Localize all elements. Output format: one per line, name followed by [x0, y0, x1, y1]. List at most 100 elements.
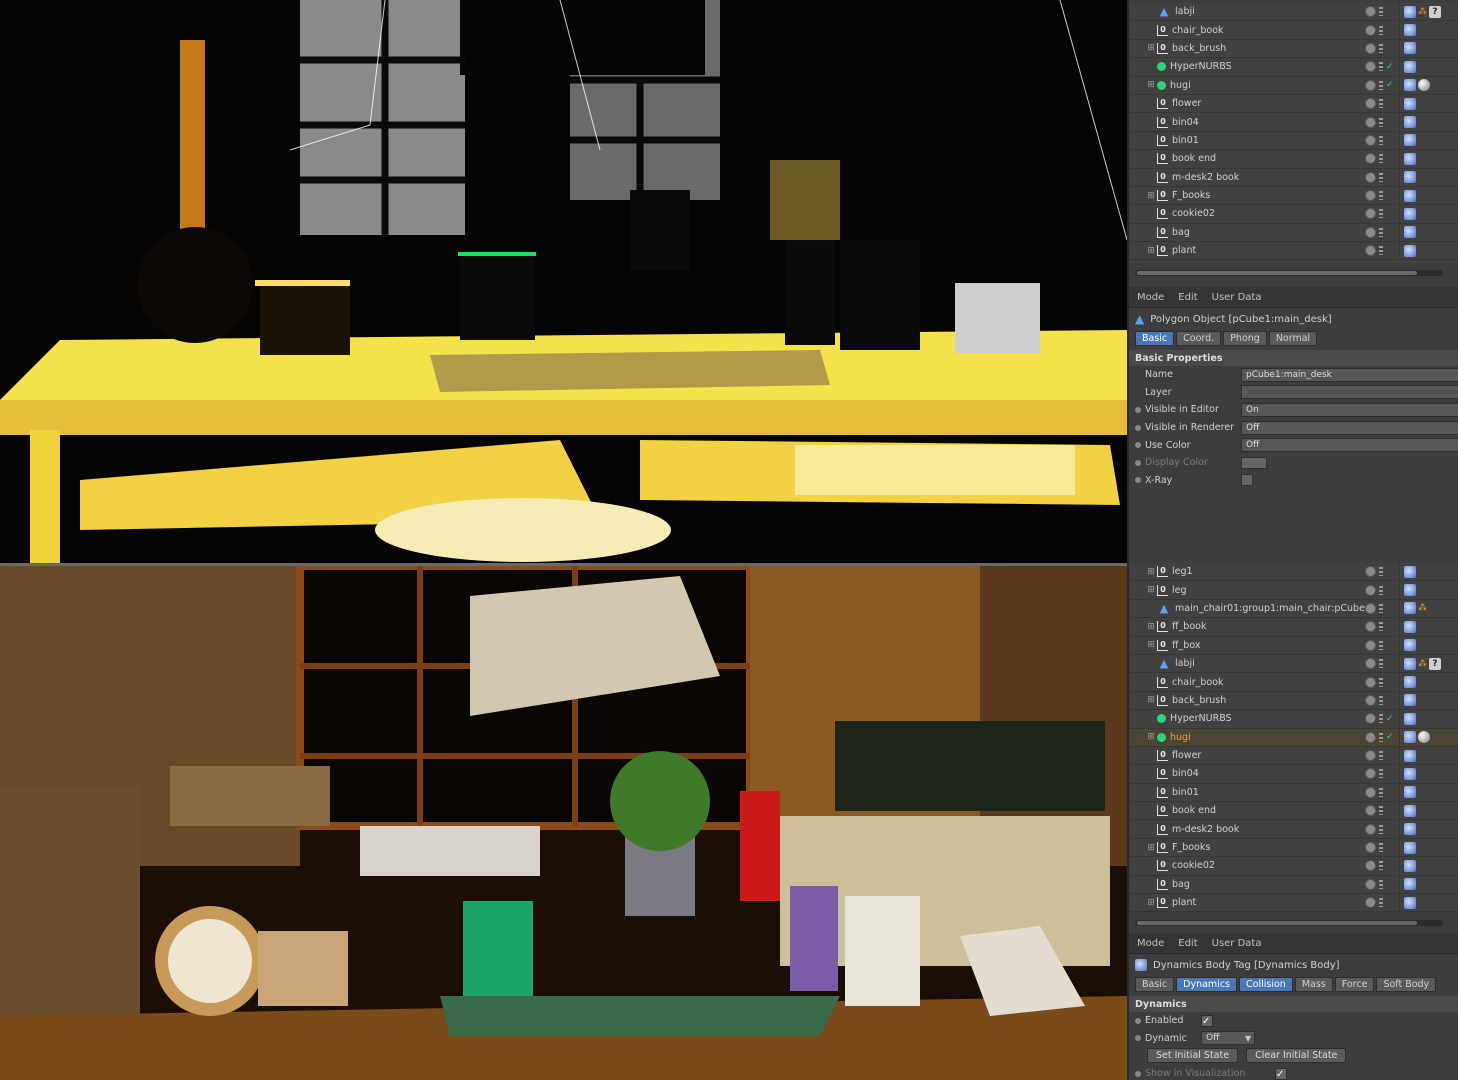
layer-dot-icon[interactable]: [1365, 208, 1376, 220]
object-name[interactable]: plant: [1172, 245, 1365, 256]
visibility-dots-icon[interactable]: [1379, 43, 1383, 53]
object-row[interactable]: ▲ main_chair01:group1:main_chair:pCube2 ⁂: [1129, 599, 1458, 619]
dynamics-tag-icon[interactable]: [1404, 97, 1416, 110]
tab-force[interactable]: Force: [1334, 976, 1375, 992]
enable-check-icon[interactable]: ✓: [1386, 80, 1394, 90]
menu-edit[interactable]: Edit: [1178, 292, 1197, 303]
object-manager-bottom[interactable]: ⊞ 0 leg1 ⊞ 0 leg ▲ main_chair01:group1:main_cha…: [1129, 563, 1458, 913]
visibility-dots-icon[interactable]: [1379, 714, 1383, 724]
object-row[interactable]: HyperNURBS ✓: [1129, 58, 1458, 77]
menu-mode[interactable]: Mode: [1137, 938, 1164, 949]
layer-dot-icon[interactable]: [1365, 658, 1376, 670]
layer-dot-icon[interactable]: [1365, 786, 1376, 798]
object-manager-top[interactable]: ▲ labji ⁂? 0 chair_book ⊞ 0 back_brush HyperNURB…: [1129, 3, 1458, 263]
object-row[interactable]: 0 bag: [1129, 875, 1458, 895]
object-name[interactable]: bin04: [1172, 768, 1365, 779]
dynamics-tag-icon[interactable]: [1404, 152, 1416, 165]
dynamics-tag-icon[interactable]: [1404, 657, 1416, 670]
anim-dot-icon[interactable]: [1135, 1017, 1141, 1024]
object-row[interactable]: 0 chair_book: [1129, 673, 1458, 692]
object-manager-scrollbar-top[interactable]: [1135, 270, 1443, 276]
visibility-dots-icon[interactable]: [1379, 732, 1383, 742]
visibility-dots-icon[interactable]: [1379, 117, 1383, 127]
visibility-flags[interactable]: [1365, 245, 1399, 257]
tab-basic[interactable]: Basic: [1135, 330, 1175, 346]
visibility-dots-icon[interactable]: [1379, 246, 1383, 256]
object-name[interactable]: hugi: [1170, 80, 1365, 91]
visibility-dots-icon[interactable]: [1379, 154, 1383, 164]
visibility-dots-icon[interactable]: [1379, 567, 1383, 577]
expand-toggle-icon[interactable]: ⊞: [1145, 191, 1157, 201]
viewport-top[interactable]: [0, 0, 1127, 563]
dynamics-tag-icon[interactable]: [1404, 786, 1416, 799]
menu-edit[interactable]: Edit: [1178, 938, 1197, 949]
object-row[interactable]: HyperNURBS ✓: [1129, 710, 1458, 729]
visibility-flags[interactable]: [1365, 694, 1399, 706]
layer-dot-icon[interactable]: [1365, 6, 1376, 18]
object-name[interactable]: plant: [1172, 897, 1365, 908]
object-row[interactable]: 0 flower: [1129, 94, 1458, 114]
prop-field[interactable]: On: [1241, 402, 1458, 417]
dynamics-tag-icon[interactable]: [1404, 584, 1416, 597]
object-name[interactable]: ff_box: [1172, 640, 1365, 651]
visibility-flags[interactable]: [1365, 134, 1399, 146]
ik-tag-icon[interactable]: ⁂: [1418, 603, 1427, 613]
anim-dot-icon[interactable]: [1135, 442, 1141, 449]
object-name[interactable]: F_books: [1172, 190, 1365, 201]
object-name[interactable]: HyperNURBS: [1170, 713, 1365, 724]
visibility-dots-icon[interactable]: [1379, 172, 1383, 182]
visibility-flags[interactable]: [1365, 823, 1399, 835]
dynamics-tag-icon[interactable]: [1404, 171, 1416, 184]
visibility-flags[interactable]: [1365, 6, 1399, 18]
material-tag-icon[interactable]: [1418, 731, 1430, 744]
object-row[interactable]: ⊞ 0 ff_box: [1129, 636, 1458, 655]
dynamics-tag-icon[interactable]: [1404, 731, 1416, 744]
expand-toggle-icon[interactable]: ⊞: [1145, 640, 1157, 650]
layer-dot-icon[interactable]: [1365, 245, 1376, 257]
object-name[interactable]: back_brush: [1172, 43, 1365, 54]
visibility-dots-icon[interactable]: [1379, 640, 1383, 650]
object-row[interactable]: ⊞ hugi ✓: [1129, 76, 1458, 95]
layer-dot-icon[interactable]: [1365, 860, 1376, 872]
layer-dot-icon[interactable]: [1365, 602, 1376, 614]
layer-dot-icon[interactable]: [1365, 694, 1376, 706]
object-name[interactable]: chair_book: [1172, 677, 1365, 688]
visibility-flags[interactable]: [1365, 621, 1399, 633]
show-visualization-checkbox[interactable]: [1275, 1067, 1287, 1080]
visibility-flags[interactable]: [1365, 208, 1399, 220]
tab-collision[interactable]: Collision: [1239, 976, 1293, 992]
layer-dot-icon[interactable]: [1365, 768, 1376, 780]
set-initial-state-button[interactable]: Set Initial State: [1147, 1048, 1239, 1064]
expand-toggle-icon[interactable]: ⊞: [1145, 80, 1157, 90]
visibility-flags[interactable]: [1365, 584, 1399, 596]
tab-phong[interactable]: Phong: [1223, 330, 1267, 346]
visibility-flags[interactable]: [1365, 897, 1399, 909]
dynamics-tag-icon[interactable]: [1404, 134, 1416, 147]
object-name[interactable]: book end: [1172, 153, 1365, 164]
visibility-flags[interactable]: [1365, 153, 1399, 165]
object-name[interactable]: flower: [1172, 98, 1365, 109]
visibility-flags[interactable]: [1365, 639, 1399, 651]
visibility-flags[interactable]: [1365, 786, 1399, 798]
anim-dot-icon[interactable]: [1135, 459, 1141, 466]
layer-dot-icon[interactable]: [1365, 116, 1376, 128]
object-name[interactable]: back_brush: [1172, 695, 1365, 706]
dynamics-tag-icon[interactable]: [1404, 841, 1416, 854]
layer-dot-icon[interactable]: [1365, 566, 1376, 578]
object-name[interactable]: F_books: [1172, 842, 1365, 853]
object-row[interactable]: 0 book end: [1129, 150, 1458, 169]
object-row[interactable]: ▲ labji ⁂?: [1129, 3, 1458, 22]
visibility-flags[interactable]: [1365, 860, 1399, 872]
dynamics-tag-icon[interactable]: [1404, 207, 1416, 220]
expand-toggle-icon[interactable]: ⊞: [1145, 732, 1157, 742]
visibility-dots-icon[interactable]: [1379, 25, 1383, 35]
dynamics-tag-icon[interactable]: [1404, 79, 1416, 92]
visibility-dots-icon[interactable]: [1379, 787, 1383, 797]
layer-dot-icon[interactable]: [1365, 79, 1376, 91]
visibility-flags[interactable]: [1365, 116, 1399, 128]
object-name[interactable]: book end: [1172, 805, 1365, 816]
layer-dot-icon[interactable]: [1365, 61, 1376, 73]
visibility-flags[interactable]: [1365, 566, 1399, 578]
layer-dot-icon[interactable]: [1365, 731, 1376, 743]
object-row[interactable]: ⊞ 0 ff_book: [1129, 618, 1458, 637]
